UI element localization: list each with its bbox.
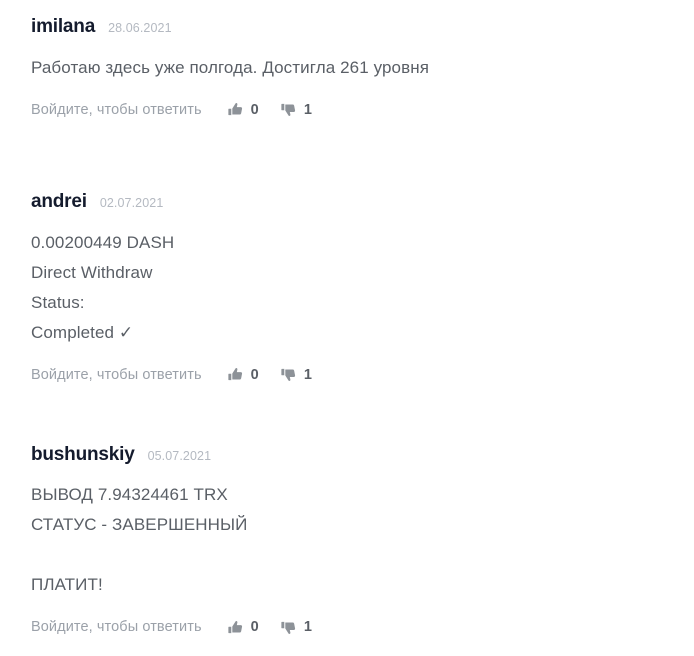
dislike-button[interactable]: 1 [281, 619, 312, 635]
thumbs-up-icon [227, 102, 243, 117]
reply-link[interactable]: Войдите, чтобы ответить [31, 102, 202, 118]
comments-list: imilana 28.06.2021 Работаю здесь уже пол… [0, 0, 694, 638]
comment-body-line [31, 540, 663, 570]
comment-footer: Войдите, чтобы ответить 0 1 [31, 364, 663, 386]
dislike-button[interactable]: 1 [281, 102, 312, 118]
comment-header: andrei 02.07.2021 [31, 191, 663, 214]
like-count: 0 [250, 366, 259, 383]
dislike-count: 1 [303, 366, 313, 383]
comment-body-line: Direct Withdraw [31, 262, 153, 282]
comment-author[interactable]: imilana [31, 16, 95, 39]
comment-date: 28.06.2021 [108, 21, 172, 35]
reply-link[interactable]: Войдите, чтобы ответить [31, 367, 202, 383]
like-button[interactable]: 0 [227, 101, 259, 118]
thumbs-down-icon [281, 620, 296, 635]
comment-body: Работаю здесь уже полгода. Достигла 261 … [31, 53, 663, 83]
dislike-count: 1 [303, 101, 313, 118]
like-count: 0 [250, 619, 259, 636]
comment-body-line: ПЛАТИТ! [31, 575, 103, 595]
comment-date: 02.07.2021 [99, 195, 164, 210]
comment-body-line: Работаю здесь уже полгода. Достигла 261 … [31, 57, 430, 77]
comment-header: bushunskiy 05.07.2021 [31, 444, 663, 467]
comment-body: 0.00200449 DASH Direct Withdraw Status: … [31, 228, 663, 348]
comment-separator-space [31, 386, 663, 426]
comment-header: imilana 28.06.2021 [31, 16, 663, 39]
comment-footer: Войдите, чтобы ответить 0 1 [31, 99, 663, 121]
thumbs-up-icon [227, 620, 243, 635]
comment-author[interactable]: bushunskiy [31, 444, 135, 467]
dislike-button[interactable]: 1 [281, 367, 312, 383]
comment-body: ВЫВОД 7.94324461 TRX СТАТУС - ЗАВЕРШЕННЫ… [31, 480, 663, 600]
comment-body-line: Completed ✓ [31, 322, 134, 342]
comment-separator-space [31, 121, 663, 173]
reply-link[interactable]: Войдите, чтобы ответить [31, 619, 202, 635]
comment-item: bushunskiy 05.07.2021 ВЫВОД 7.94324461 T… [31, 426, 663, 639]
comment-body-line: Status: [31, 292, 85, 312]
comment-footer: Войдите, чтобы ответить 0 1 [31, 616, 663, 638]
thumbs-up-icon [227, 367, 243, 382]
comment-item: andrei 02.07.2021 0.00200449 DASH Direct… [31, 173, 663, 386]
dislike-count: 1 [303, 619, 313, 636]
like-button[interactable]: 0 [227, 619, 259, 636]
comment-date: 05.07.2021 [147, 448, 212, 463]
thumbs-down-icon [281, 102, 296, 117]
comment-body-line: 0.00200449 DASH [31, 232, 175, 252]
comment-item: imilana 28.06.2021 Работаю здесь уже пол… [31, 0, 663, 121]
comment-body-line: ВЫВОД 7.94324461 TRX [31, 485, 228, 505]
like-button[interactable]: 0 [227, 366, 259, 383]
comment-body-line: СТАТУС - ЗАВЕРШЕННЫЙ [31, 515, 248, 535]
comment-author[interactable]: andrei [31, 191, 87, 214]
like-count: 0 [250, 101, 259, 118]
thumbs-down-icon [281, 367, 296, 382]
